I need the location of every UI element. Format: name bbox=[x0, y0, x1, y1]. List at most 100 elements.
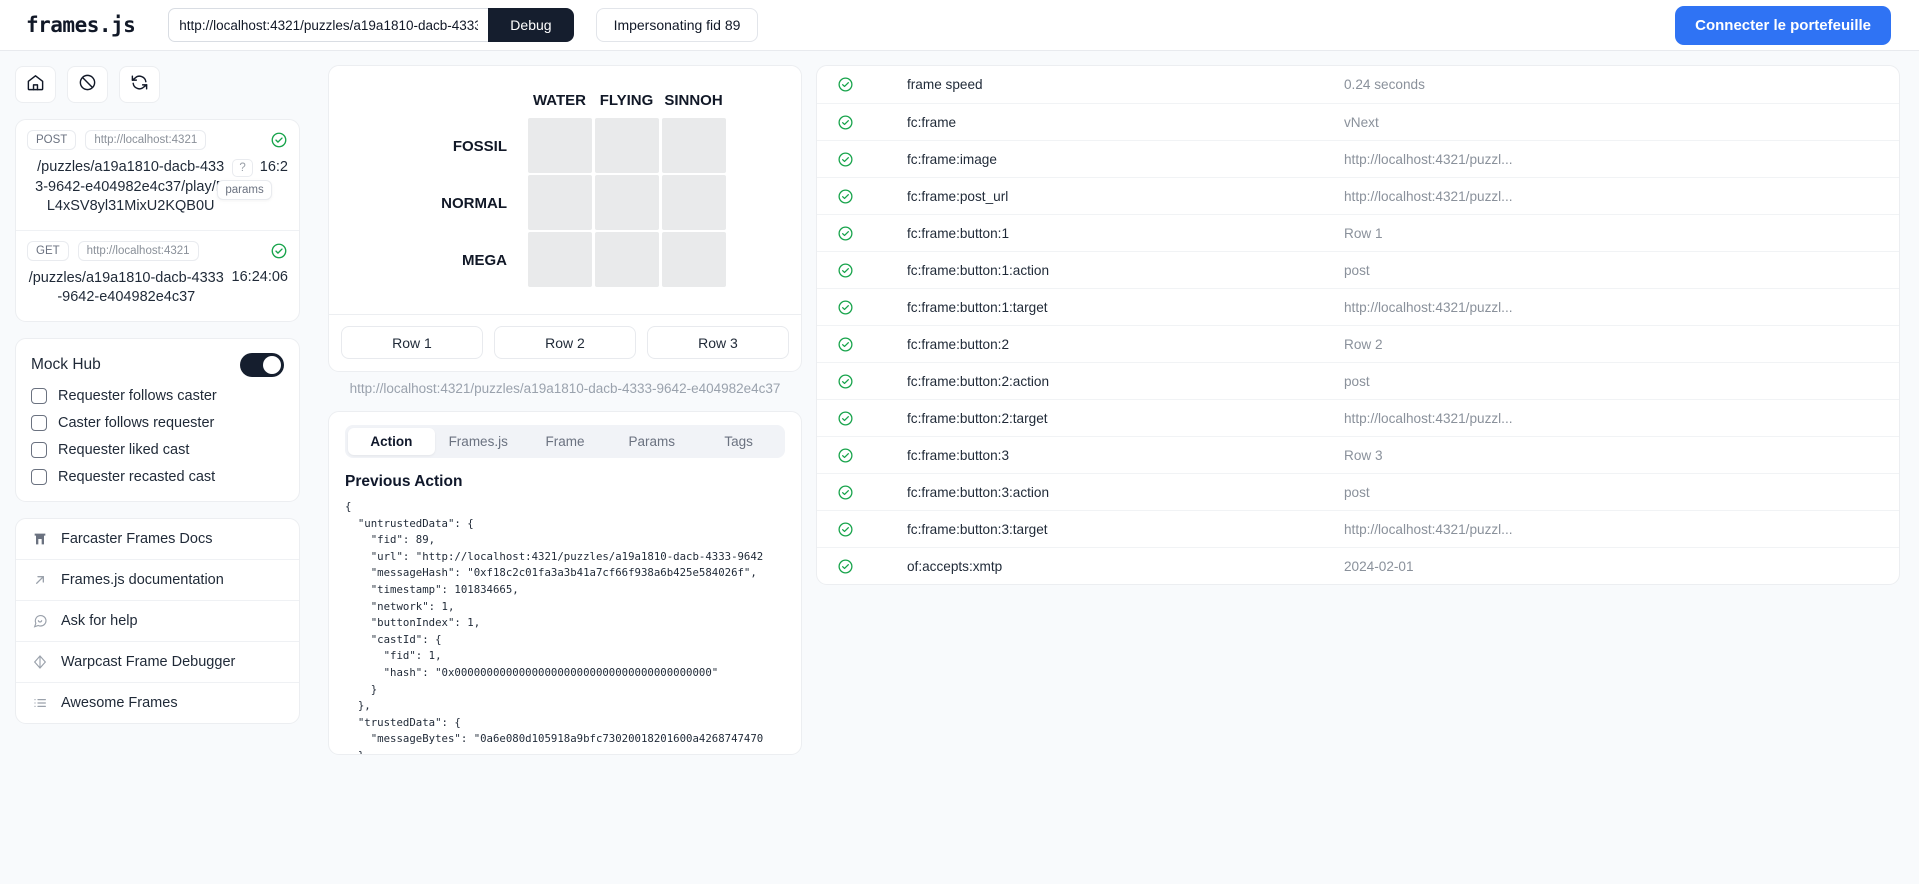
frame-button-row-1[interactable]: Row 1 bbox=[341, 326, 483, 359]
checkbox-icon[interactable] bbox=[31, 441, 47, 458]
tab-frame[interactable]: Frame bbox=[522, 428, 609, 455]
request-status-ok-icon bbox=[270, 131, 288, 149]
table-row[interactable]: fc:frame:button:3:action post bbox=[817, 473, 1899, 510]
mock-hub-header: Mock Hub bbox=[31, 352, 284, 377]
mock-option-requester-follows-caster[interactable]: Requester follows caster bbox=[31, 387, 284, 404]
metadata-key: fc:frame:button:1:target bbox=[907, 299, 1048, 315]
metadata-value: Row 2 bbox=[1344, 336, 1383, 352]
metadata-value: post bbox=[1344, 373, 1370, 389]
home-button[interactable] bbox=[15, 66, 56, 103]
metadata-key: fc:frame:button:2:target bbox=[907, 410, 1048, 426]
grid-row-header: MEGA bbox=[462, 251, 507, 269]
frame-source-url[interactable]: http://localhost:4321/puzzles/a19a1810-d… bbox=[328, 381, 802, 396]
status-ok-icon bbox=[837, 484, 907, 501]
list-icon bbox=[31, 695, 49, 711]
link-awesome-frames[interactable]: Awesome Frames bbox=[16, 681, 299, 723]
request-header: GET http://localhost:4321 bbox=[27, 240, 288, 261]
table-row[interactable]: fc:frame:button:1 Row 1 bbox=[817, 214, 1899, 251]
refresh-button[interactable] bbox=[119, 66, 160, 103]
connect-wallet-button[interactable]: Connecter le portefeuille bbox=[1675, 5, 1891, 45]
tab-params[interactable]: Params bbox=[608, 428, 695, 455]
metadata-value: http://localhost:4321/puzzl... bbox=[1344, 410, 1513, 426]
home-icon bbox=[26, 73, 45, 97]
status-ok-icon bbox=[837, 558, 907, 575]
grid-row-header: NORMAL bbox=[441, 194, 507, 212]
arrow-up-right-icon bbox=[31, 572, 49, 588]
link-ask-for-help[interactable]: Ask for help bbox=[16, 599, 299, 641]
sidebar: POST http://localhost:4321 /puzzles/a19a… bbox=[0, 51, 313, 884]
mock-option-label: Requester liked cast bbox=[58, 441, 190, 458]
metadata-key: fc:frame bbox=[907, 114, 957, 130]
metadata-column: frame speed 0.24 seconds fc:frame vNext … bbox=[816, 51, 1919, 884]
mock-option-requester-recasted-cast[interactable]: Requester recasted cast bbox=[31, 468, 284, 485]
table-row[interactable]: fc:frame:image http://localhost:4321/puz… bbox=[817, 140, 1899, 177]
params-tooltip: params bbox=[217, 180, 272, 200]
request-item-get[interactable]: GET http://localhost:4321 /puzzles/a19a1… bbox=[16, 229, 299, 321]
request-host: http://localhost:4321 bbox=[77, 240, 199, 261]
grid-cell bbox=[593, 174, 660, 232]
impersonate-button[interactable]: Impersonating fid 89 bbox=[595, 8, 759, 42]
grid-column-header: WATER bbox=[532, 91, 587, 109]
grid-cell bbox=[593, 231, 660, 289]
table-row[interactable]: fc:frame:button:1:target http://localhos… bbox=[817, 288, 1899, 325]
checkbox-icon[interactable] bbox=[31, 468, 47, 485]
frame-url-input[interactable] bbox=[168, 8, 489, 42]
table-row[interactable]: fc:frame:button:2 Row 2 bbox=[817, 325, 1899, 362]
metadata-value: post bbox=[1344, 262, 1370, 278]
tab-tags[interactable]: Tags bbox=[695, 428, 782, 455]
link-warpcast-frame-debugger[interactable]: Warpcast Frame Debugger bbox=[16, 640, 299, 682]
tab-action[interactable]: Action bbox=[348, 428, 435, 455]
metadata-key: fc:frame:button:3:target bbox=[907, 521, 1048, 537]
previous-action-title: Previous Action bbox=[345, 473, 463, 490]
table-row[interactable]: fc:frame:button:2:action post bbox=[817, 362, 1899, 399]
frame-button-row-2[interactable]: Row 2 bbox=[494, 326, 636, 359]
table-row[interactable]: fc:frame:button:3 Row 3 bbox=[817, 436, 1899, 473]
grid-column-header: SINNOH bbox=[664, 91, 723, 109]
debug-button[interactable]: Debug bbox=[488, 8, 574, 42]
table-row[interactable]: fc:frame:button:2:target http://localhos… bbox=[817, 399, 1899, 436]
table-row[interactable]: fc:frame:button:3:target http://localhos… bbox=[817, 510, 1899, 547]
link-label: Awesome Frames bbox=[61, 694, 178, 711]
params-badge[interactable]: ? bbox=[232, 159, 253, 177]
request-list: POST http://localhost:4321 /puzzles/a19a… bbox=[15, 119, 300, 322]
metadata-value: http://localhost:4321/puzzl... bbox=[1344, 521, 1513, 537]
frame-button-row-3[interactable]: Row 3 bbox=[647, 326, 789, 359]
mock-option-label: Requester recasted cast bbox=[58, 468, 216, 485]
sidebar-toolbar bbox=[15, 66, 300, 103]
metadata-value: 0.24 seconds bbox=[1344, 77, 1425, 92]
grid-cell bbox=[526, 174, 593, 232]
mock-hub-toggle[interactable] bbox=[240, 352, 284, 377]
request-path: /puzzles/a19a1810-dacb-4333-9642-e404982… bbox=[35, 159, 227, 214]
metadata-value: http://localhost:4321/puzzl... bbox=[1344, 299, 1513, 315]
clear-icon bbox=[78, 73, 97, 97]
table-row[interactable]: frame speed 0.24 seconds bbox=[817, 66, 1899, 103]
mock-option-label: Caster follows requester bbox=[58, 414, 215, 431]
mock-option-caster-follows-requester[interactable]: Caster follows requester bbox=[31, 414, 284, 431]
checkbox-icon[interactable] bbox=[31, 414, 47, 431]
table-row[interactable]: of:accepts:xmtp 2024-02-01 bbox=[817, 547, 1899, 584]
request-item-post[interactable]: POST http://localhost:4321 /puzzles/a19a… bbox=[16, 120, 299, 230]
grid-cell bbox=[526, 117, 593, 175]
table-row[interactable]: fc:frame vNext bbox=[817, 103, 1899, 140]
table-row[interactable]: fc:frame:post_url http://localhost:4321/… bbox=[817, 177, 1899, 214]
request-status-ok-icon bbox=[270, 242, 288, 260]
link-farcaster-frames-docs[interactable]: Farcaster Frames Docs bbox=[16, 519, 299, 559]
link-label: Frames.js documentation bbox=[61, 571, 224, 588]
checkbox-icon[interactable] bbox=[31, 387, 47, 404]
metadata-key: fc:frame:button:1 bbox=[907, 225, 1010, 241]
page-body: POST http://localhost:4321 /puzzles/a19a… bbox=[0, 51, 1919, 884]
link-framesjs-documentation[interactable]: Frames.js documentation bbox=[16, 558, 299, 600]
frame-preview-column: WATER FLYING SINNOH FOSSIL NORMAL MEGA R… bbox=[313, 51, 816, 884]
diamond-icon bbox=[31, 654, 49, 670]
request-body: /puzzles/a19a1810-dacb-4333-9642-e404982… bbox=[27, 269, 288, 308]
status-ok-icon bbox=[837, 151, 907, 168]
clear-button[interactable] bbox=[67, 66, 108, 103]
tab-framesjs[interactable]: Frames.js bbox=[435, 428, 522, 455]
refresh-icon bbox=[130, 73, 149, 97]
metadata-value: http://localhost:4321/puzzl... bbox=[1344, 151, 1513, 167]
mock-option-requester-liked-cast[interactable]: Requester liked cast bbox=[31, 441, 284, 458]
previous-action-json: { "untrustedData": { "fid": 89, "url": "… bbox=[345, 500, 764, 754]
grid-corner bbox=[403, 92, 526, 118]
request-host: http://localhost:4321 bbox=[85, 130, 207, 150]
table-row[interactable]: fc:frame:button:1:action post bbox=[817, 251, 1899, 288]
